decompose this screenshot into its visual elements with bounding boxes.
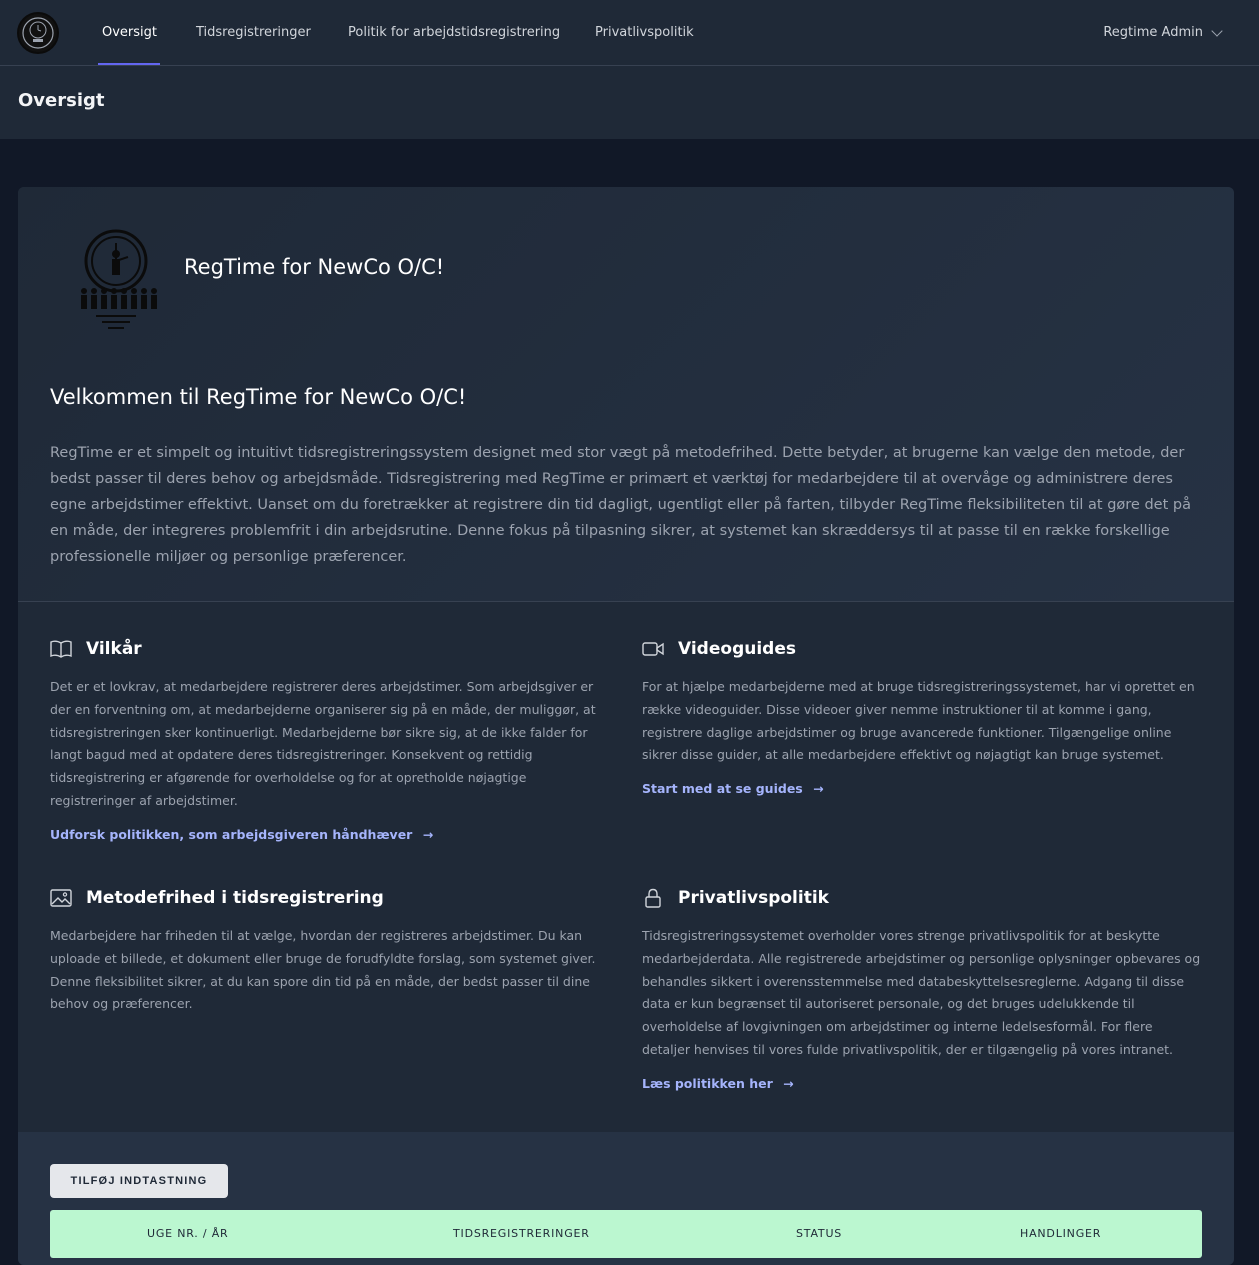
user-name: Regtime Admin (1103, 25, 1203, 40)
active-tab-indicator (98, 63, 160, 65)
section-body: Tidsregistreringssystemet overholder vor… (642, 928, 1201, 1057)
section-body: Medarbejdere har friheden til at vælge, … (50, 928, 596, 1012)
organization-title: RegTime for NewCo O/C! (184, 255, 445, 279)
overview-card: RegTime for NewCo O/C! Velkommen til Reg… (18, 187, 1234, 1265)
section-body: For at hjælpe medarbejderne med at bruge… (642, 679, 1195, 763)
add-entry-button[interactable]: TILFØJ INDTASTNING (50, 1164, 228, 1198)
arrow-right-icon: → (783, 1075, 794, 1091)
intro-text: RegTime er et simpelt og intuitivt tidsr… (50, 445, 1191, 565)
column-header-status[interactable]: STATUS (796, 1210, 842, 1258)
start-guides-link[interactable]: Start med at se guides → (642, 781, 824, 796)
regtime-logo-icon[interactable] (17, 12, 59, 54)
link-label: Start med at se guides (642, 781, 803, 797)
arrow-right-icon: → (813, 781, 824, 797)
column-header-week[interactable]: UGE NR. / ÅR (147, 1210, 228, 1258)
section-videoguides: Videoguides For at hjælpe medarbejderne … (642, 636, 1202, 797)
read-policy-link[interactable]: Læs politikken her → (642, 1076, 794, 1091)
page-header: Oversigt (0, 66, 1259, 139)
book-icon (50, 640, 72, 658)
regtime-emblem-icon (81, 229, 157, 329)
section-title: Privatlivspolitik (678, 888, 829, 908)
lock-icon (645, 888, 661, 908)
top-navigation: Oversigt Tidsregistreringer Politik for … (0, 0, 1259, 66)
entries-table-header: UGE NR. / ÅR TIDSREGISTRERINGER STATUS H… (50, 1210, 1202, 1258)
section-body: Det er et lovkrav, at medarbejdere regis… (50, 679, 596, 808)
welcome-heading: Velkommen til RegTime for NewCo O/C! (50, 385, 467, 409)
user-menu[interactable]: Regtime Admin (1103, 0, 1223, 66)
nav-link-privatlivspolitik[interactable]: Privatlivspolitik (595, 0, 694, 66)
arrow-right-icon: → (422, 826, 434, 842)
page-title: Oversigt (18, 90, 105, 111)
section-vilkar: Vilkår Det er et lovkrav, at medarbejder… (50, 636, 610, 843)
video-camera-icon (642, 642, 664, 656)
section-title: Vilkår (86, 639, 142, 659)
nav-link-politik[interactable]: Politik for arbejdstidsregistrering (348, 0, 560, 66)
nav-link-oversigt[interactable]: Oversigt (102, 0, 157, 66)
section-privatlivspolitik: Privatlivspolitik Tidsregistreringssyste… (642, 885, 1202, 1092)
hero-section: RegTime for NewCo O/C! Velkommen til Reg… (18, 187, 1234, 602)
section-metodefrihed: Metodefrihed i tidsregistrering Medarbej… (50, 885, 610, 1016)
column-header-registrations[interactable]: TIDSREGISTRERINGER (453, 1210, 590, 1258)
link-label: Læs politikken her (642, 1075, 773, 1091)
chevron-down-icon (1211, 25, 1223, 37)
link-label: Udforsk politikken, som arbejdsgiveren h… (50, 826, 413, 842)
image-icon (50, 889, 72, 907)
section-title: Metodefrihed i tidsregistrering (86, 888, 384, 908)
entries-area: TILFØJ INDTASTNING UGE NR. / ÅR TIDSREGI… (18, 1132, 1234, 1265)
column-header-actions[interactable]: HANDLINGER (1020, 1210, 1101, 1258)
explore-policy-link[interactable]: Udforsk politikken, som arbejdsgiveren h… (50, 827, 433, 842)
nav-link-tidsregistreringer[interactable]: Tidsregistreringer (196, 0, 311, 66)
section-title: Videoguides (678, 639, 796, 659)
